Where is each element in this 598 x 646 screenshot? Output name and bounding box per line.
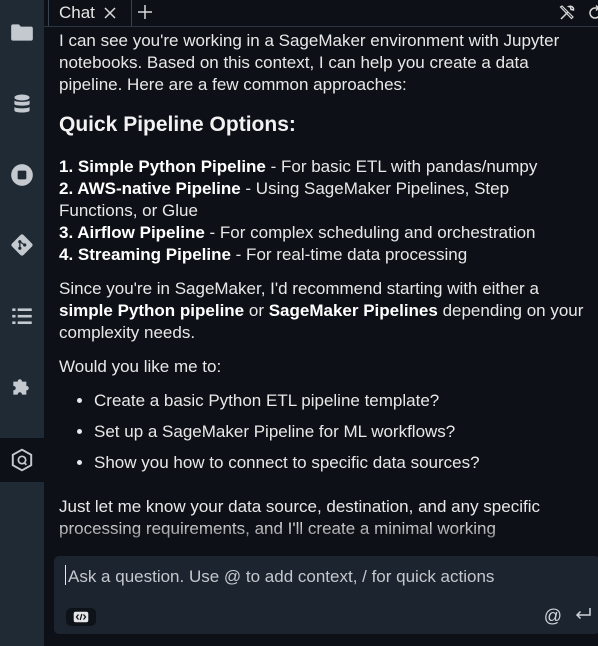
prompt-input[interactable] [66,564,570,590]
message-heading: Quick Pipeline Options: [59,113,296,136]
list-item: 4. Streaming Pipeline - For real-time da… [59,244,589,266]
activity-running-button[interactable] [0,153,44,197]
close-icon [104,7,116,19]
list-item: Create a basic Python ETL pipeline templ… [94,390,589,412]
option-description: - For basic ETL with pandas/numpy [265,157,538,176]
refresh-icon [589,4,598,19]
suggestion-list: Create a basic Python ETL pipeline templ… [59,390,589,474]
text-caret [65,565,66,585]
option-title: 1. Simple Python Pipeline [59,157,266,176]
message-ask: Would you like me to: [59,357,222,376]
stop-circle-icon [11,164,33,186]
add-context-button[interactable]: @ [544,606,562,627]
list-icon [12,308,32,325]
scroll-fade [44,520,598,556]
emphasis: SageMaker Pipelines [268,301,438,320]
activity-bar [0,0,45,646]
list-item: 2. AWS-native Pipeline - Using SageMaker… [59,178,589,222]
code-icon [73,611,89,623]
database-icon [14,94,30,113]
activity-extensions-button[interactable] [0,364,44,408]
enter-icon [575,608,591,620]
send-button[interactable] [574,606,592,622]
tab-chat[interactable]: Chat [48,0,132,26]
git-icon [11,234,33,256]
code-context-toggle[interactable] [66,608,96,626]
emphasis: simple Python pipeline [59,301,245,320]
option-title: 4. Streaming Pipeline [59,245,231,264]
list-item: 3. Airflow Pipeline - For complex schedu… [59,222,589,244]
option-description: - For real-time data processing [230,245,468,264]
chat-panel: Chat I can see you're working in a SageM… [44,0,598,646]
list-item: Show you how to connect to specific data… [94,452,589,474]
wrench-screwdriver-icon [559,5,575,20]
new-tab-button[interactable] [137,4,153,20]
refresh-button[interactable] [586,4,598,22]
message-intro: I can see you're working in a SageMaker … [59,31,560,94]
text: Since you're in SageMaker, I'd recommend… [59,279,539,298]
activity-toc-button[interactable] [0,294,44,338]
activity-git-button[interactable] [0,223,44,267]
activity-database-button[interactable] [0,82,44,126]
message-recommendation: Since you're in SageMaker, I'd recommend… [59,278,589,344]
option-title: 2. AWS-native Pipeline [59,179,241,198]
folder-icon [11,24,33,41]
pipeline-options-list: 1. Simple Python Pipeline - For basic ET… [59,156,589,266]
text: or [244,301,269,320]
list-item: Set up a SageMaker Pipeline for ML workf… [94,421,589,443]
plus-icon [138,5,152,19]
tab-bar: Chat [44,0,598,27]
prompt-composer: @ [54,556,598,634]
amazon-q-icon [11,448,33,472]
list-item: 1. Simple Python Pipeline - For basic ET… [59,156,589,178]
extension-puzzle-icon [13,379,29,395]
activity-amazon-q-button[interactable] [0,438,44,482]
chat-message: I can see you're working in a SageMaker … [59,30,589,552]
activity-explorer-button[interactable] [0,10,44,54]
tab-close-button[interactable] [103,6,117,20]
option-title: 3. Airflow Pipeline [59,223,205,242]
option-description: - For complex scheduling and orchestrati… [204,223,536,242]
tools-button[interactable] [558,4,576,22]
tab-chat-label: Chat [59,3,95,22]
